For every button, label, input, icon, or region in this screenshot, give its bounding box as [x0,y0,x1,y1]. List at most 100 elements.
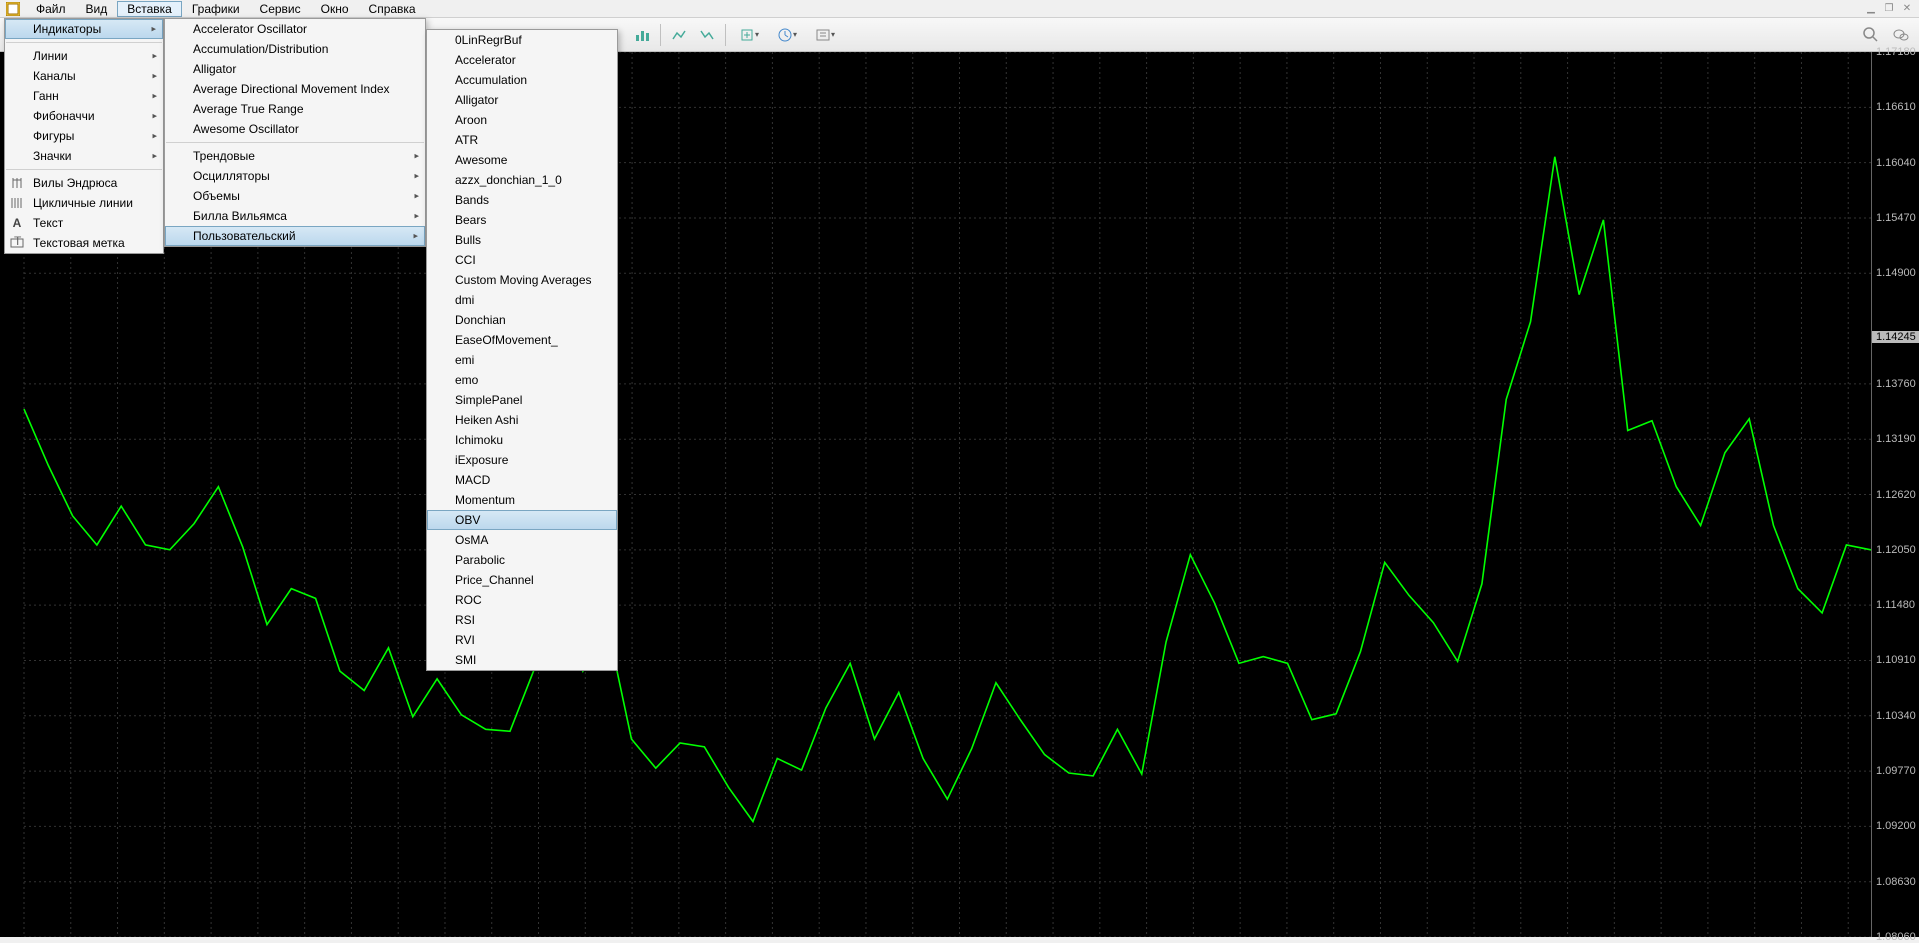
custom-menu-item[interactable]: Bears [427,210,617,230]
custom-menu-item[interactable]: iExposure [427,450,617,470]
custom-menu-item-label: emo [455,373,478,387]
insert-menu-item-label: Ганн [33,89,59,103]
indicators-menu-item[interactable]: Осцилляторы [165,166,425,186]
menu-charts[interactable]: Графики [182,1,250,17]
insert-menu-item[interactable]: Значки [5,146,163,166]
insert-menu-item[interactable]: AТекст [5,213,163,233]
indicators-menu-item[interactable]: Average True Range [165,99,425,119]
insert-dropdown: Индикаторы ЛинииКаналы Ганн Фибоначчи Фигуры… [4,18,164,254]
custom-menu-item[interactable]: Accelerator [427,50,617,70]
custom-menu-item[interactable]: ATR [427,130,617,150]
insert-menu-item[interactable]: Ганн [5,86,163,106]
indicators-menu-item[interactable]: Awesome Oscillator [165,119,425,139]
toolbar-search-icon[interactable] [1859,23,1883,47]
custom-menu-item[interactable]: RSI [427,610,617,630]
toolbar-chat-icon[interactable] [1889,23,1913,47]
custom-menu-item[interactable]: OBV [427,510,617,530]
custom-menu-item[interactable]: Bulls [427,230,617,250]
custom-menu-item-label: ATR [455,133,478,147]
y-axis-tick: 1.09770 [1876,765,1916,777]
custom-menu-item[interactable]: Parabolic [427,550,617,570]
toolbar-template-dropdown[interactable]: ▾ [808,23,842,47]
custom-menu-item[interactable]: emo [427,370,617,390]
custom-menu-item[interactable]: Bands [427,190,617,210]
toolbar-add-dropdown[interactable]: ▾ [732,23,766,47]
insert-menu-item[interactable]: Вилы Эндрюса [5,173,163,193]
custom-menu-item[interactable]: Momentum [427,490,617,510]
insert-menu-item[interactable]: Цикличные линии [5,193,163,213]
insert-menu-item[interactable]: TТекстовая метка [5,233,163,253]
insert-menu-item-label: Фигуры [33,129,74,143]
indicators-menu-item[interactable]: Трендовые [165,146,425,166]
custom-menu-item[interactable]: Accumulation [427,70,617,90]
insert-menu-item[interactable]: Фибоначчи [5,106,163,126]
custom-menu-item[interactable]: dmi [427,290,617,310]
custom-menu-item[interactable]: Custom Moving Averages [427,270,617,290]
y-axis-tick: 1.14900 [1876,267,1916,279]
minimize-icon[interactable]: ▁ [1863,2,1879,16]
indicators-menu-item[interactable]: Accumulation/Distribution [165,39,425,59]
custom-menu-item-label: Momentum [455,493,515,507]
indicators-menu-item[interactable]: Пользовательский [165,226,425,246]
custom-menu-item-label: Heiken Ashi [455,413,518,427]
insert-menu-item[interactable]: Линии [5,46,163,66]
custom-menu-item[interactable]: EaseOfMovement_ [427,330,617,350]
custom-menu-item-label: Aroon [455,113,487,127]
custom-menu-item-label: Awesome [455,153,507,167]
insert-menu-item-label: Вилы Эндрюса [33,176,117,190]
menu-service[interactable]: Сервис [250,1,311,17]
y-axis-tick: 1.16610 [1876,101,1916,113]
indicators-menu-item[interactable]: Объемы [165,186,425,206]
y-axis-tick: 1.13760 [1876,378,1916,390]
custom-menu-item-label: Parabolic [455,553,505,567]
indicators-menu-item[interactable]: Alligator [165,59,425,79]
custom-menu-item-label: Bulls [455,233,481,247]
custom-menu-item[interactable]: SimplePanel [427,390,617,410]
menu-window[interactable]: Окно [311,1,359,17]
custom-menu-item[interactable]: Alligator [427,90,617,110]
custom-menu-item-label: Accelerator [455,53,516,67]
toolbar-chart-type[interactable] [630,23,654,47]
custom-menu-item[interactable]: emi [427,350,617,370]
indicators-menu-item-label: Пользовательский [193,229,296,243]
custom-menu-item[interactable]: ROC [427,590,617,610]
maximize-icon[interactable]: ❐ [1881,2,1897,16]
y-axis-tick: 1.11480 [1876,599,1915,611]
custom-menu-item[interactable]: OsMA [427,530,617,550]
insert-menu-item-label: Фибоначчи [33,109,95,123]
toolbar-time-dropdown[interactable]: ▾ [770,23,804,47]
custom-menu-item[interactable]: SMI [427,650,617,670]
y-axis-tick: 1.10340 [1876,710,1916,722]
indicators-menu-item[interactable]: Accelerator Oscillator [165,19,425,39]
menu-insert[interactable]: Вставка [117,1,182,17]
insert-menu-item[interactable]: Фигуры [5,126,163,146]
custom-menu-item[interactable]: Awesome [427,150,617,170]
insert-menu-item[interactable]: Индикаторы [5,19,163,39]
toolbar-zoom-in[interactable] [667,23,691,47]
custom-menu-item-label: OBV [455,513,480,527]
menu-help[interactable]: Справка [359,1,426,17]
insert-menu-separator [6,169,162,170]
toolbar-zoom-out[interactable] [695,23,719,47]
custom-menu-item[interactable]: MACD [427,470,617,490]
custom-menu-item[interactable]: Price_Channel [427,570,617,590]
custom-menu-item[interactable]: azzx_donchian_1_0 [427,170,617,190]
custom-menu-item[interactable]: Donchian [427,310,617,330]
indicators-menu-item[interactable]: Билла Вильямса [165,206,425,226]
custom-menu-item[interactable]: Ichimoku [427,430,617,450]
insert-menu-separator [6,42,162,43]
custom-menu-item-label: iExposure [455,453,508,467]
custom-menu-item-label: Accumulation [455,73,527,87]
custom-menu-item[interactable]: Heiken Ashi [427,410,617,430]
indicators-menu-item[interactable]: Average Directional Movement Index [165,79,425,99]
indicators-menu-item-label: Alligator [193,62,236,76]
custom-menu-item[interactable]: RVI [427,630,617,650]
menu-file[interactable]: Файл [26,1,76,17]
custom-menu-item[interactable]: Aroon [427,110,617,130]
insert-menu-item[interactable]: Каналы [5,66,163,86]
custom-menu-item[interactable]: CCI [427,250,617,270]
menu-view[interactable]: Вид [76,1,118,17]
custom-menu-item-label: SMI [455,653,476,667]
custom-menu-item[interactable]: 0LinRegrBuf [427,30,617,50]
close-icon[interactable]: ✕ [1899,2,1915,16]
